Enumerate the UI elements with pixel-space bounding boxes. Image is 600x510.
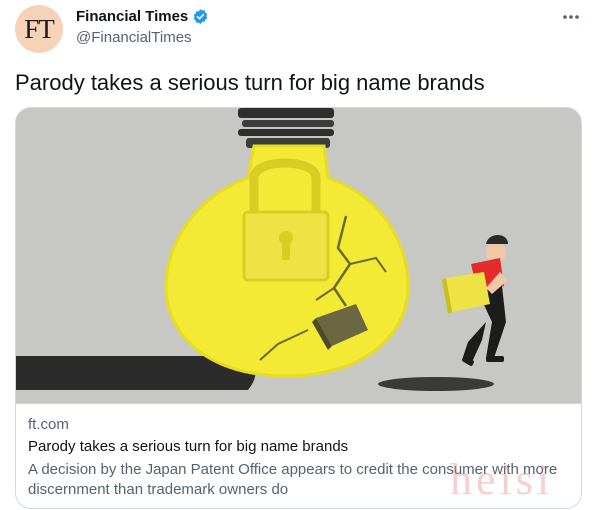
author-name-row: Financial Times [76,8,209,25]
avatar-logo-text: FT [24,13,54,44]
avatar[interactable]: FT [15,5,63,53]
more-options-icon[interactable] [558,6,584,28]
card-title: Parody takes a serious turn for big name… [28,438,349,455]
card-info[interactable]: ft.com Parody takes a serious turn for b… [16,403,581,508]
card-description: A decision by the Japan Patent Office ap… [28,461,558,498]
tweet[interactable]: FT Financial Times @FinancialTimes Parod… [0,0,600,510]
lightbulb-padlock-illustration [16,108,581,403]
tweet-text: Parody takes a serious turn for big name… [15,70,485,95]
card-image[interactable] [16,108,581,403]
link-card[interactable]: ft.com Parody takes a serious turn for b… [15,107,582,509]
display-name[interactable]: Financial Times [76,8,188,25]
verified-badge-icon [194,9,208,24]
card-domain: ft.com [28,416,69,433]
handle[interactable]: @FinancialTimes [76,29,192,46]
